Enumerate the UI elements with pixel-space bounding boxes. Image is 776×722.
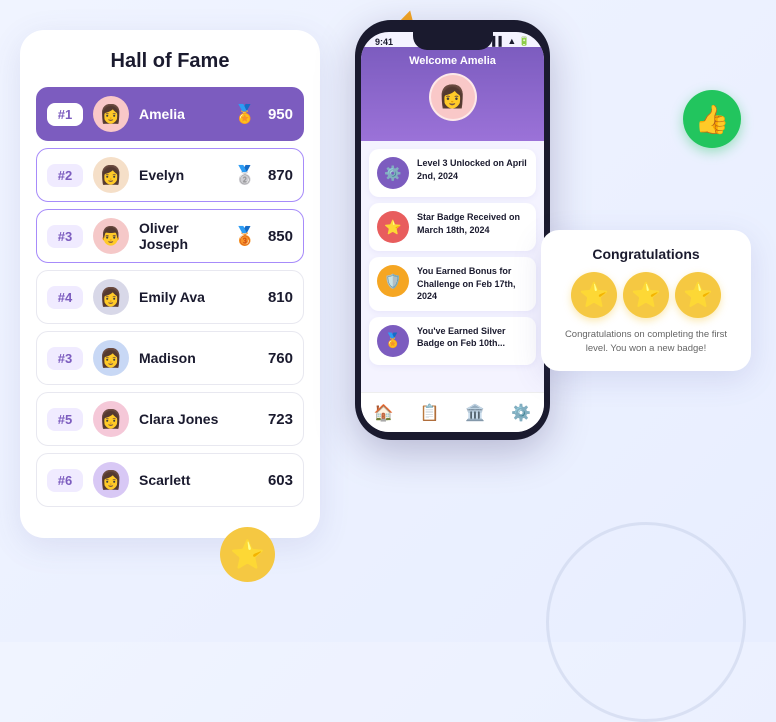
phone-notch [413, 32, 493, 50]
hall-of-fame-list: #1 👩 Amelia 🏅 950 #2 👩 Evelyn 🥈 870 #3 👨 Oliver Jose… [36, 87, 304, 507]
medal-icon: 🥈 [234, 165, 256, 186]
hof-row: #4 👩 Emily Ava 810 [36, 270, 304, 324]
hall-of-fame-title: Hall of Fame [36, 50, 304, 73]
congratulations-card: Congratulations ⭐ ⭐ ⭐ Congratulations on… [541, 230, 751, 371]
phone-time: 9:41 [375, 37, 393, 47]
hof-avatar: 👨 [93, 218, 129, 254]
phone-user-avatar: 👩 [429, 73, 477, 121]
nav-icon[interactable]: 🏛️ [465, 403, 485, 423]
activity-text: You've Earned Silver Badge on Feb 10th..… [417, 325, 528, 350]
activity-icon: 🏅 [377, 325, 409, 357]
hof-row: #5 👩 Clara Jones 723 [36, 392, 304, 446]
rank-badge: #5 [47, 408, 83, 431]
congrats-message: Congratulations on completing the first … [555, 328, 737, 357]
hof-score: 850 [268, 228, 293, 245]
hof-name: Evelyn [139, 167, 224, 183]
medal-icon: 🥉 [234, 226, 256, 247]
hof-row: #3 👩 Madison 760 [36, 331, 304, 385]
activity-icon: 🛡️ [377, 265, 409, 297]
activity-item: 🏅 You've Earned Silver Badge on Feb 10th.… [369, 317, 536, 365]
hof-score: 870 [268, 167, 293, 184]
hof-row: #6 👩 Scarlett 603 [36, 453, 304, 507]
phone-icons: ▌▌ ▲ 🔋 [492, 36, 530, 47]
phone-welcome-text: Welcome Amelia [373, 55, 532, 67]
star-1: ⭐ [571, 272, 617, 318]
nav-icon[interactable]: 🏠 [374, 403, 394, 423]
nav-icon[interactable]: ⚙️ [511, 403, 531, 423]
hof-avatar: 👩 [93, 340, 129, 376]
activity-text: You Earned Bonus for Challenge on Feb 17… [417, 265, 528, 303]
rank-badge: #3 [47, 347, 83, 370]
activity-icon: ⭐ [377, 211, 409, 243]
hof-row: #1 👩 Amelia 🏅 950 [36, 87, 304, 141]
hof-row: #2 👩 Evelyn 🥈 870 [36, 148, 304, 202]
hof-name: Amelia [139, 106, 224, 122]
nav-icon[interactable]: 📋 [420, 403, 440, 423]
thumbs-up-icon: 👍 [695, 103, 730, 136]
decorative-arc [546, 522, 746, 722]
rank-badge: #6 [47, 469, 83, 492]
hall-of-fame-card: Hall of Fame #1👩Amelia🏅950#2👩Evelyn🥈870#… [20, 30, 320, 538]
hof-score: 760 [268, 350, 293, 367]
hof-name: Madison [139, 350, 258, 366]
hof-avatar: 👩 [93, 157, 129, 193]
rank-badge: #3 [47, 225, 83, 248]
activity-item: ⭐ Star Badge Received on March 18th, 2024 [369, 203, 536, 251]
hof-score: 810 [268, 289, 293, 306]
hof-score: 950 [268, 106, 293, 123]
activity-icon: ⚙️ [377, 157, 409, 189]
phone-activity-list: ⚙️ Level 3 Unlocked on April 2nd, 2024 ⭐ St… [361, 141, 544, 381]
hof-avatar: 👩 [93, 279, 129, 315]
hof-name: Scarlett [139, 472, 258, 488]
hof-score: 723 [268, 411, 293, 428]
activity-text: Level 3 Unlocked on April 2nd, 2024 [417, 157, 528, 182]
hof-name: Clara Jones [139, 411, 258, 427]
hof-avatar: 👩 [93, 401, 129, 437]
hof-avatar: 👩 [93, 96, 129, 132]
star-2: ⭐ [623, 272, 669, 318]
hof-name: Emily Ava [139, 289, 258, 305]
phone-header: Welcome Amelia 👩 [361, 47, 544, 141]
hof-avatar: 👩 [93, 462, 129, 498]
star-icon: ⭐ [230, 538, 265, 571]
phone-mockup: 9:41 ▌▌ ▲ 🔋 Welcome Amelia 👩 ⚙️ Level 3 U… [355, 20, 550, 440]
star-3: ⭐ [675, 272, 721, 318]
congrats-title: Congratulations [555, 246, 737, 262]
hof-name: Oliver Joseph [139, 220, 224, 252]
congrats-stars: ⭐ ⭐ ⭐ [555, 272, 737, 318]
hof-score: 603 [268, 472, 293, 489]
medal-icon: 🏅 [234, 104, 256, 125]
thumbs-up-badge: 👍 [683, 90, 741, 148]
hof-row: #3 👨 Oliver Joseph 🥉 850 [36, 209, 304, 263]
activity-item: ⚙️ Level 3 Unlocked on April 2nd, 2024 [369, 149, 536, 197]
activity-item: 🛡️You Earned Bonus for Challenge on Feb … [369, 257, 536, 311]
activity-text: Star Badge Received on March 18th, 2024 [417, 211, 528, 236]
rank-badge: #4 [47, 286, 83, 309]
rank-badge: #2 [47, 164, 83, 187]
rank-badge: #1 [47, 103, 83, 126]
phone-screen: 9:41 ▌▌ ▲ 🔋 Welcome Amelia 👩 ⚙️ Level 3 U… [361, 32, 544, 432]
phone-nav-bar[interactable]: 🏠 📋 🏛️ ⚙️ [361, 392, 544, 432]
decorative-star-circle: ⭐ [220, 527, 275, 582]
